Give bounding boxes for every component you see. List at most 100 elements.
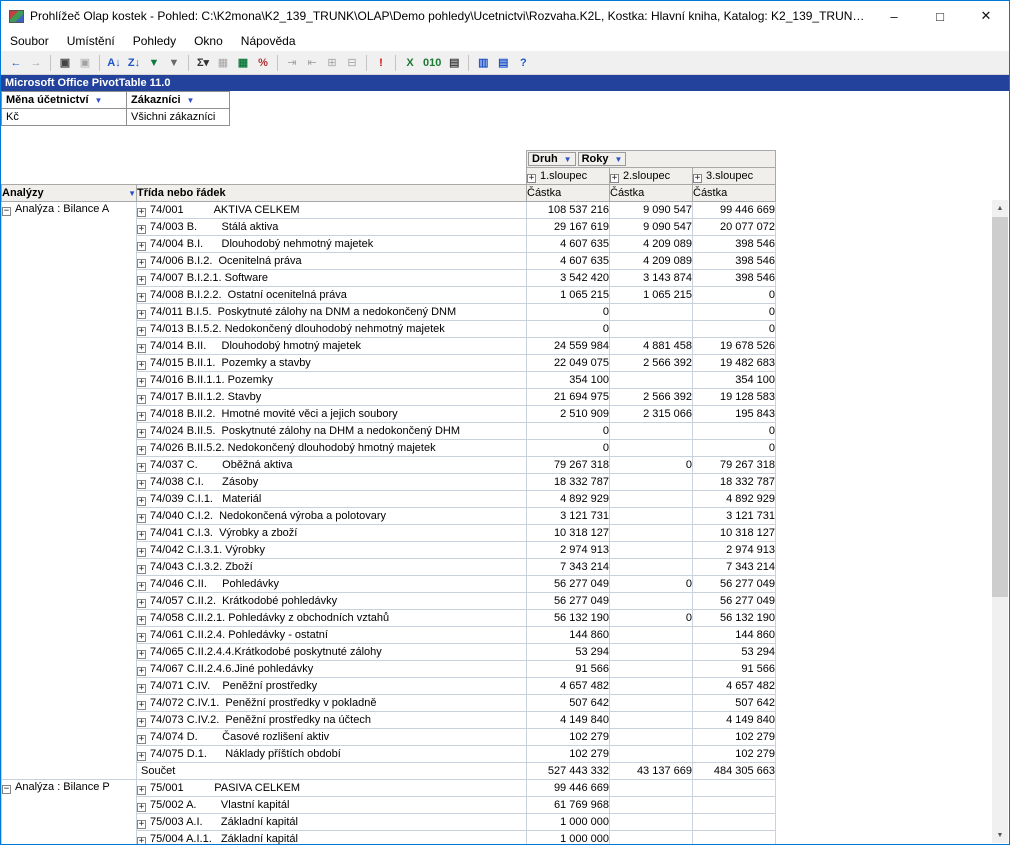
sort-asc-icon[interactable]: A↓ (105, 54, 123, 72)
value-cell[interactable]: 19 482 683 (693, 355, 776, 372)
value-cell[interactable]: 18 332 787 (527, 474, 610, 491)
value-cell[interactable]: 4 881 458 (610, 338, 693, 355)
value-cell[interactable]: 4 149 840 (693, 712, 776, 729)
expand-plus-icon[interactable]: + (137, 293, 146, 302)
value-cell[interactable] (610, 559, 693, 576)
value-cell[interactable]: 56 277 049 (693, 576, 776, 593)
maximize-button[interactable]: □ (917, 1, 963, 31)
analysis-group-cell[interactable]: −Analýza : Bilance P (2, 780, 137, 845)
value-cell[interactable]: 21 694 975 (527, 389, 610, 406)
value-cell[interactable] (610, 440, 693, 457)
value-cell[interactable] (610, 474, 693, 491)
menu-item-napoveda[interactable]: Nápověda (232, 32, 305, 50)
expand-plus-icon[interactable]: + (137, 701, 146, 710)
row-label-cell[interactable]: +74/011 B.I.5. Poskytnuté zálohy na DNM … (137, 304, 527, 321)
value-cell[interactable]: 91 566 (527, 661, 610, 678)
value-cell[interactable]: 0 (610, 576, 693, 593)
value-cell[interactable]: 102 279 (693, 729, 776, 746)
value-cell[interactable]: 9 090 547 (610, 202, 693, 219)
expand-plus-icon[interactable]: + (137, 395, 146, 404)
value-cell[interactable]: 10 318 127 (527, 525, 610, 542)
value-cell[interactable]: 2 510 909 (527, 406, 610, 423)
value-cell[interactable]: 102 279 (693, 746, 776, 763)
expand-plus-icon[interactable]: + (527, 174, 536, 183)
value-cell[interactable]: 2 315 066 (610, 406, 693, 423)
expand-plus-icon[interactable]: + (137, 837, 146, 845)
row-label-cell[interactable]: +74/013 B.I.5.2. Nedokončený dlouhodobý … (137, 321, 527, 338)
value-cell[interactable]: 354 100 (693, 372, 776, 389)
value-cell[interactable]: 398 546 (693, 253, 776, 270)
copy-list-icon[interactable]: ▣ (76, 54, 94, 72)
value-cell[interactable]: 507 642 (527, 695, 610, 712)
value-cell[interactable]: 2 566 392 (610, 355, 693, 372)
row-label-cell[interactable]: +75/002 A. Vlastní kapitál (137, 797, 527, 814)
expand-plus-icon[interactable]: + (137, 208, 146, 217)
value-cell[interactable]: 0 (610, 457, 693, 474)
show-as-numbers-icon[interactable]: 010 (421, 54, 443, 72)
value-cell[interactable]: 0 (527, 440, 610, 457)
value-cell[interactable] (610, 780, 693, 797)
value-cell[interactable]: 0 (693, 287, 776, 304)
expand-plus-icon[interactable]: + (137, 242, 146, 251)
expand-plus-icon[interactable]: + (137, 616, 146, 625)
value-cell[interactable]: 56 132 190 (693, 610, 776, 627)
row-label-cell[interactable]: +74/042 C.I.3.1. Výrobky (137, 542, 527, 559)
value-cell[interactable]: 144 860 (527, 627, 610, 644)
row-label-cell[interactable]: +74/058 C.II.2.1. Pohledávky z obchodníc… (137, 610, 527, 627)
value-cell[interactable]: 195 843 (693, 406, 776, 423)
value-cell[interactable]: 4 209 089 (610, 253, 693, 270)
percent-icon[interactable]: % (254, 54, 272, 72)
row-label-cell[interactable]: +74/073 C.IV.2. Peněžní prostředky na úč… (137, 712, 527, 729)
value-cell[interactable]: 0 (527, 423, 610, 440)
expand-plus-icon[interactable]: + (137, 786, 146, 795)
expand-plus-icon[interactable]: + (137, 565, 146, 574)
expand-plus-icon[interactable]: + (137, 378, 146, 387)
value-cell[interactable]: 91 566 (693, 661, 776, 678)
vertical-scrollbar[interactable]: ▲ ▼ (992, 200, 1008, 843)
value-cell[interactable] (610, 661, 693, 678)
value-cell[interactable]: 61 769 968 (527, 797, 610, 814)
row-label-cell[interactable]: +74/040 C.I.2. Nedokončená výroba a polo… (137, 508, 527, 525)
value-cell[interactable]: 4 892 929 (527, 491, 610, 508)
value-cell[interactable]: 108 537 216 (527, 202, 610, 219)
autocalc-icon[interactable]: Σ▾ (194, 54, 212, 72)
value-cell[interactable]: 79 267 318 (693, 457, 776, 474)
value-cell[interactable]: 1 065 215 (527, 287, 610, 304)
forward-icon[interactable]: → (27, 54, 45, 72)
expand-plus-icon[interactable]: + (137, 361, 146, 370)
filter-by-selection-icon[interactable]: ▼ (165, 54, 183, 72)
expand-plus-icon[interactable]: + (137, 429, 146, 438)
move-to-row-icon[interactable]: ⇤ (303, 54, 321, 72)
value-cell[interactable]: 507 642 (693, 695, 776, 712)
value-cell[interactable]: 24 559 984 (527, 338, 610, 355)
row-label-cell[interactable]: +74/072 C.IV.1. Peněžní prostředky v pok… (137, 695, 527, 712)
value-cell[interactable]: 99 446 669 (693, 202, 776, 219)
row-label-cell[interactable]: +74/008 B.I.2.2. Ostatní ocenitelná práv… (137, 287, 527, 304)
value-cell[interactable]: 56 277 049 (693, 593, 776, 610)
row-label-cell[interactable]: +74/038 C.I. Zásoby (137, 474, 527, 491)
value-cell[interactable] (610, 627, 693, 644)
expand-plus-icon[interactable]: + (137, 531, 146, 540)
help-icon[interactable]: ? (514, 54, 532, 72)
value-cell[interactable]: 0 (610, 610, 693, 627)
value-cell[interactable]: 144 860 (693, 627, 776, 644)
value-cell[interactable]: 56 277 049 (527, 593, 610, 610)
column-field-roky[interactable]: Roky▼ (578, 152, 627, 166)
value-cell[interactable]: 4 607 635 (527, 253, 610, 270)
menu-item-umisteni[interactable]: Umístění (58, 32, 124, 50)
value-cell[interactable]: 2 974 913 (527, 542, 610, 559)
expand-plus-icon[interactable]: + (137, 446, 146, 455)
row-label-cell[interactable]: +74/046 C.II. Pohledávky (137, 576, 527, 593)
value-cell[interactable] (693, 780, 776, 797)
row-label-cell[interactable]: +74/014 B.II. Dlouhodobý hmotný majetek (137, 338, 527, 355)
expand-plus-icon[interactable]: + (137, 259, 146, 268)
value-cell[interactable] (693, 814, 776, 831)
value-cell[interactable] (610, 797, 693, 814)
expand-plus-icon[interactable]: + (610, 174, 619, 183)
value-cell[interactable]: 3 121 731 (693, 508, 776, 525)
row-label-cell[interactable]: +74/024 B.II.5. Poskytnuté zálohy na DHM… (137, 423, 527, 440)
value-cell[interactable]: 99 446 669 (527, 780, 610, 797)
row-label-cell[interactable]: +75/004 A.I.1. Základní kapitál (137, 831, 527, 845)
value-cell[interactable]: 0 (693, 304, 776, 321)
column-header-1[interactable]: +1.sloupec (527, 168, 610, 185)
